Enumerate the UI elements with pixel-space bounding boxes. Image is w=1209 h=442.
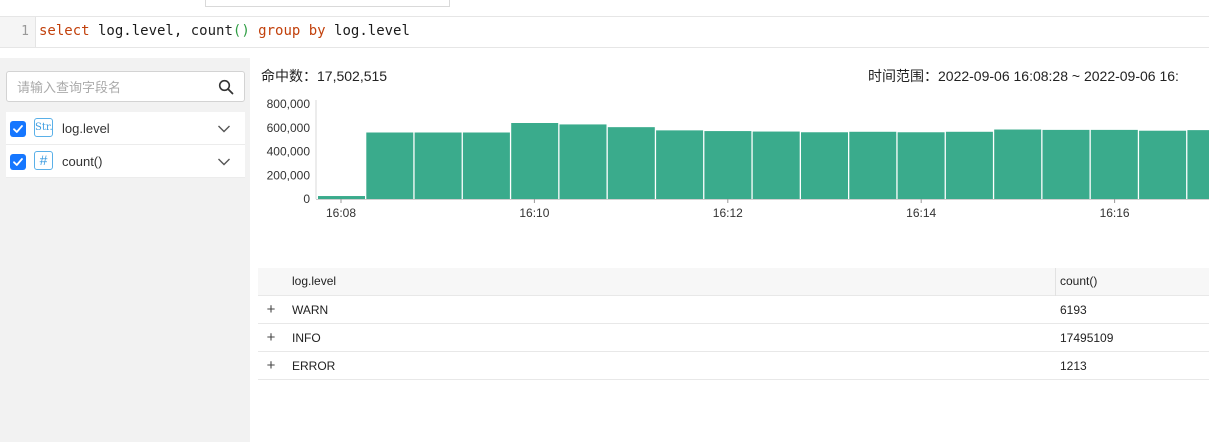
table-row[interactable]: + WARN 6193 <box>258 296 1209 324</box>
query-editor[interactable]: 1 select log.level, count() group by log… <box>0 16 1209 48</box>
field-search <box>6 71 245 102</box>
histogram-bar[interactable] <box>1139 130 1187 199</box>
kw-by: by <box>300 23 326 39</box>
x-tick-label: 16:12 <box>713 206 743 220</box>
editor-gutter: 1 <box>0 17 36 47</box>
table-row[interactable]: + ERROR 1213 <box>258 352 1209 380</box>
top-strip <box>0 0 1209 8</box>
cell-level: WARN <box>292 303 329 317</box>
kw-group: group <box>249 23 301 39</box>
histogram-bar[interactable] <box>945 131 993 199</box>
histogram-bar[interactable] <box>414 132 462 200</box>
x-tick-label: 16:14 <box>906 206 936 220</box>
x-tick-label: 16:10 <box>519 206 549 220</box>
histogram-bar[interactable] <box>849 131 897 199</box>
kw-select: select <box>39 23 90 39</box>
column-divider[interactable] <box>1055 268 1056 296</box>
histogram-bar[interactable] <box>366 132 414 200</box>
x-tick-label: 16:08 <box>326 206 356 220</box>
expand-icon[interactable]: + <box>265 301 277 318</box>
y-tick-label: 400,000 <box>267 145 311 159</box>
histogram-bar[interactable] <box>462 132 510 200</box>
histogram-bar[interactable] <box>318 196 365 199</box>
field-search-input[interactable] <box>17 78 207 96</box>
x-tick-label: 16:16 <box>1100 206 1130 220</box>
y-tick-label: 200,000 <box>267 168 311 182</box>
query-group-field: log.level <box>325 23 410 39</box>
histogram-bar[interactable] <box>1042 129 1090 199</box>
histogram-bar[interactable] <box>801 132 848 199</box>
number-type-icon: # <box>34 151 53 170</box>
expand-icon[interactable]: + <box>265 357 277 374</box>
checkbox-checked-icon[interactable] <box>10 154 26 170</box>
histogram-bar[interactable] <box>1187 130 1209 199</box>
hit-count: 命中数：17,502,515 <box>261 66 387 86</box>
histogram-bar[interactable] <box>994 129 1042 199</box>
query-text[interactable]: select log.level, count() group by log.l… <box>39 23 410 39</box>
query-field: log.level, <box>89 23 191 39</box>
time-range-value: 2022-09-06 16:08:28 ~ 2022-09-06 16: <box>938 68 1179 84</box>
histogram-bar[interactable] <box>656 130 704 199</box>
hit-count-label: 命中数： <box>261 68 317 84</box>
field-item-count[interactable]: # count() <box>6 145 245 178</box>
chevron-down-icon[interactable] <box>217 122 231 136</box>
field-label: log.level <box>62 121 110 136</box>
field-sidebar: Str. log.level # count() <box>0 58 250 442</box>
string-type-icon: Str. <box>34 118 53 137</box>
y-tick-label: 600,000 <box>267 121 311 135</box>
time-range: 时间范围：2022-09-06 16:08:28 ~ 2022-09-06 16… <box>868 66 1179 86</box>
expand-icon[interactable]: + <box>265 329 277 346</box>
checkbox-checked-icon[interactable] <box>10 121 26 137</box>
results-panel: 命中数：17,502,515 时间范围：2022-09-06 16:08:28 … <box>250 58 1209 442</box>
cell-count: 17495109 <box>1060 331 1114 345</box>
cell-level: ERROR <box>292 359 336 373</box>
table-row[interactable]: + INFO 17495109 <box>258 324 1209 352</box>
time-range-label: 时间范围： <box>868 68 938 84</box>
search-icon[interactable] <box>218 79 234 95</box>
histogram-bar[interactable] <box>897 132 945 199</box>
fn-parens: () <box>232 23 250 39</box>
column-header-level[interactable]: log.level <box>292 274 336 288</box>
fn-count: count <box>190 23 233 39</box>
y-tick-label: 800,000 <box>267 97 311 111</box>
table-header: log.level count() <box>258 268 1209 296</box>
y-tick-label: 0 <box>303 192 310 206</box>
histogram-chart: 800,000 600,000 400,000 200,000 0 16:08 16:10 1… <box>267 97 1209 220</box>
histogram-bar[interactable] <box>752 131 800 199</box>
histogram-bar[interactable] <box>704 131 752 199</box>
histogram-bar[interactable] <box>1090 129 1138 199</box>
histogram-bar[interactable] <box>559 124 607 199</box>
hit-count-value: 17,502,515 <box>317 68 388 84</box>
line-number: 1 <box>21 24 29 39</box>
field-list: Str. log.level # count() <box>6 112 245 178</box>
cell-count: 6193 <box>1060 303 1087 317</box>
results-table: log.level count() + WARN 6193 + INFO 174… <box>258 268 1209 380</box>
column-header-count[interactable]: count() <box>1060 274 1097 288</box>
cell-level: INFO <box>292 331 321 345</box>
field-label: count() <box>62 154 103 169</box>
tab-edge <box>205 0 450 7</box>
field-item-log-level[interactable]: Str. log.level <box>6 112 245 145</box>
cell-count: 1213 <box>1060 359 1087 373</box>
chevron-down-icon[interactable] <box>217 155 231 169</box>
histogram-bar[interactable] <box>607 127 655 199</box>
histogram-bar[interactable] <box>511 123 559 199</box>
